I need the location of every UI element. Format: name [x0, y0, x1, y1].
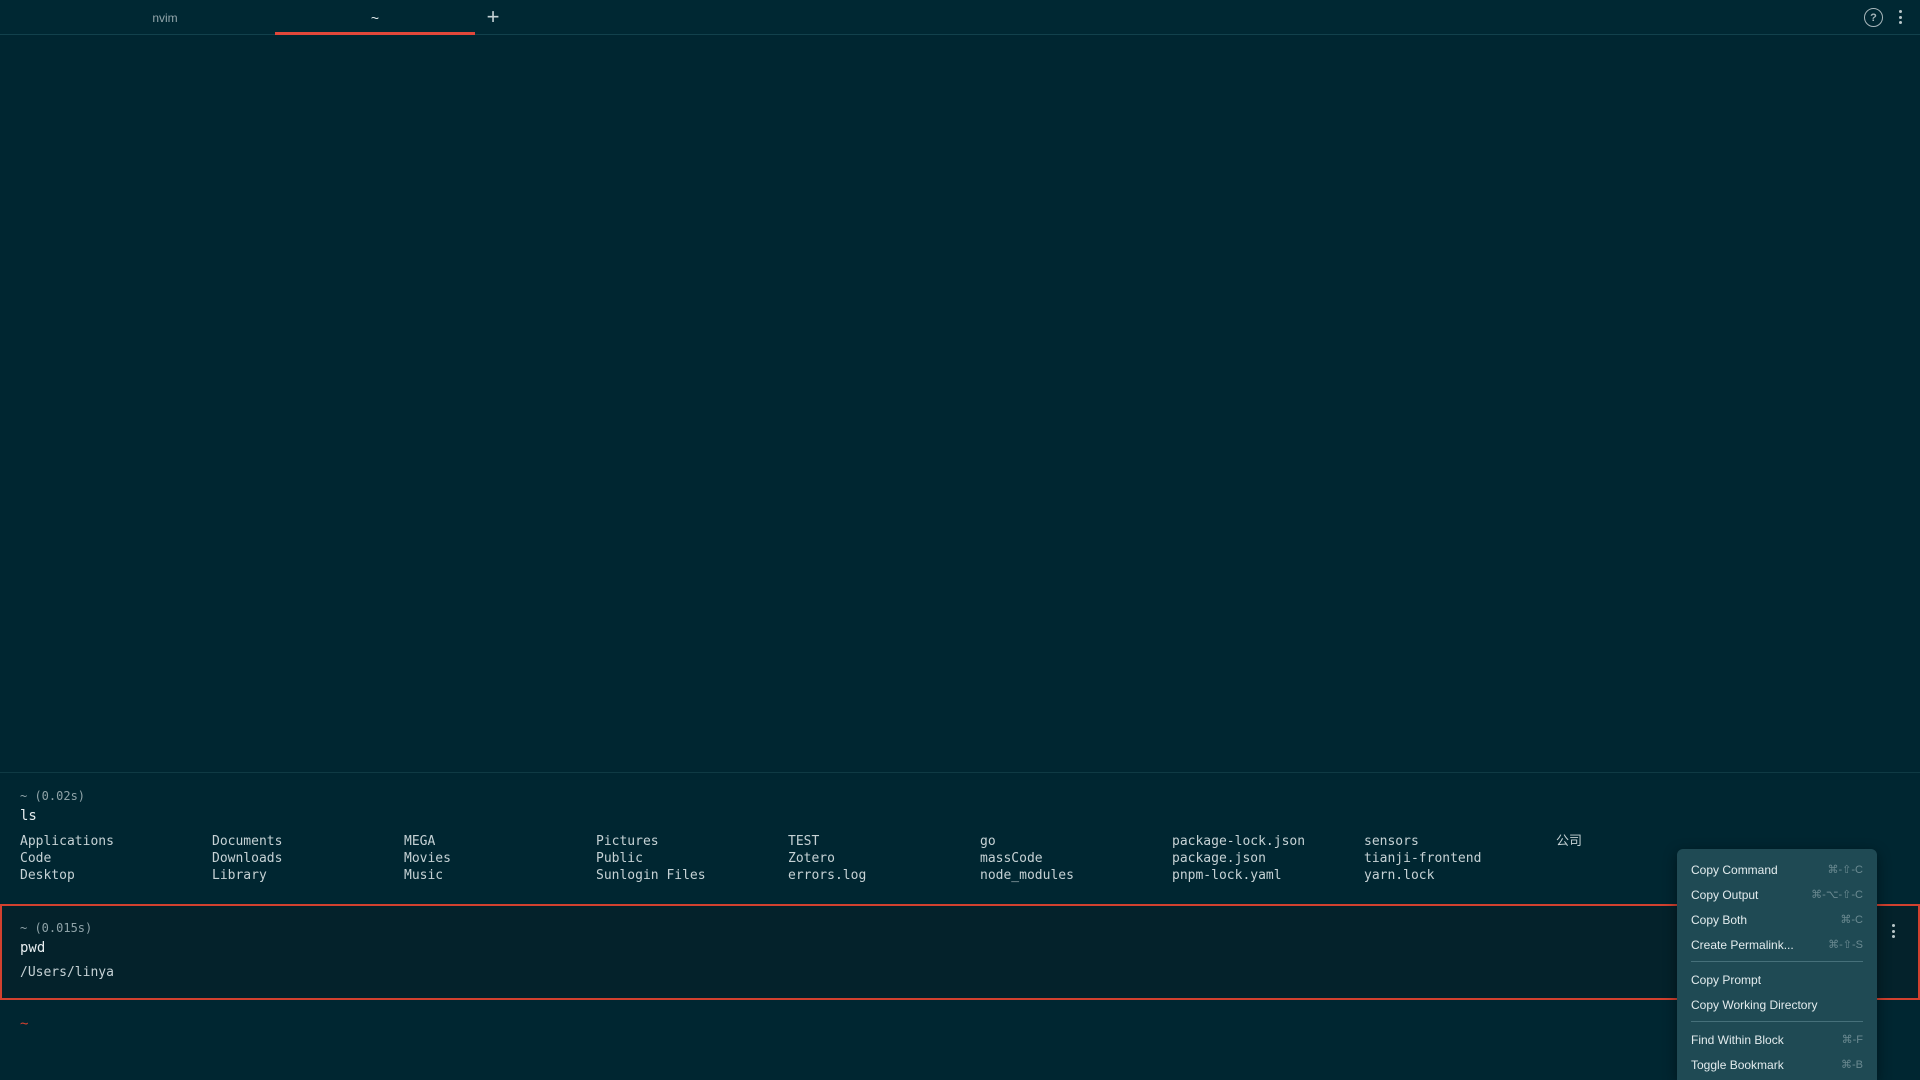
- menu-separator: [1691, 1021, 1863, 1022]
- ls-column: Pictures Public Sunlogin Files: [596, 833, 706, 884]
- block-command: pwd: [20, 940, 46, 956]
- list-item: Sunlogin Files: [596, 868, 706, 883]
- list-item: tianji-frontend: [1364, 851, 1482, 866]
- help-circle-icon[interactable]: ?: [1864, 8, 1883, 27]
- menu-item-label: Copy Output: [1691, 887, 1759, 902]
- selected-block[interactable]: ~ (0.015s) pwd /Users/linya: [0, 904, 1920, 1000]
- ls-column: Applications Code Desktop: [20, 833, 114, 884]
- kebab-icon[interactable]: [1894, 7, 1906, 27]
- menu-item-shortcut: ⌘-B: [1841, 1059, 1863, 1071]
- list-item: package.json: [1172, 851, 1266, 866]
- menu-item-toggle-bookmark[interactable]: Toggle Bookmark ⌘-B: [1677, 1052, 1877, 1077]
- menu-item-shortcut: ⌘-⌥-⇧-C: [1811, 889, 1863, 901]
- block-header: ~ (0.015s): [20, 921, 93, 935]
- plus-icon[interactable]: +: [482, 4, 504, 30]
- menu-item-copy-prompt[interactable]: Copy Prompt: [1677, 967, 1877, 992]
- list-item: node_modules: [980, 868, 1074, 883]
- list-item: 公司: [1556, 834, 1583, 849]
- ls-column: package-lock.json package.json pnpm-lock…: [1172, 833, 1305, 884]
- block-context-menu: Copy Command ⌘-⇧-C Copy Output ⌘-⌥-⇧-C C…: [1677, 849, 1877, 1080]
- block-command: ls: [20, 808, 37, 824]
- block-output: /Users/linya: [20, 965, 114, 980]
- list-item: package-lock.json: [1172, 834, 1306, 849]
- ls-column: MEGA Movies Music: [404, 833, 451, 884]
- menu-item-label: Copy Both: [1691, 912, 1748, 927]
- menu-item-label: Create Permalink...: [1691, 937, 1794, 952]
- ls-column: Documents Downloads Library: [212, 833, 282, 884]
- list-item: Desktop: [20, 868, 75, 883]
- list-item: Movies: [404, 851, 451, 866]
- menu-item-shortcut: ⌘-⇧-C: [1827, 864, 1864, 876]
- list-item: Zotero: [788, 851, 835, 866]
- ls-column: go massCode node_modules: [980, 833, 1074, 884]
- tab-label: nvim: [152, 10, 178, 25]
- menu-item-copy-both[interactable]: Copy Both ⌘-C: [1677, 907, 1877, 932]
- block-menu-kebab-icon[interactable]: [1888, 922, 1898, 940]
- tab-bar: nvim ~ + ?: [0, 0, 1920, 35]
- list-item: Public: [596, 851, 643, 866]
- tab-label: ~: [370, 9, 380, 26]
- list-item: Library: [212, 868, 267, 883]
- menu-item-label: Toggle Bookmark: [1691, 1057, 1784, 1072]
- prompt-symbol[interactable]: ~: [20, 1016, 28, 1032]
- list-item: massCode: [980, 851, 1043, 866]
- menu-item-copy-command[interactable]: Copy Command ⌘-⇧-C: [1677, 857, 1877, 882]
- list-item: go: [980, 834, 996, 849]
- list-item: Code: [20, 851, 52, 866]
- menu-item-create-permalink[interactable]: Create Permalink... ⌘-⇧-S: [1677, 932, 1877, 957]
- list-item: yarn.lock: [1364, 868, 1435, 883]
- ls-column: sensors tianji-frontend yarn.lock: [1364, 833, 1481, 884]
- block-divider: [0, 772, 1920, 773]
- tab-home[interactable]: ~: [275, 0, 475, 35]
- menu-item-find-within-block[interactable]: Find Within Block ⌘-F: [1677, 1027, 1877, 1052]
- menu-item-shortcut: ⌘-⇧-S: [1828, 939, 1863, 951]
- tab-nvim[interactable]: nvim: [75, 0, 255, 35]
- list-item: TEST: [788, 834, 820, 849]
- menu-item-label: Find Within Block: [1691, 1032, 1784, 1047]
- menu-item-label: Copy Working Directory: [1691, 997, 1818, 1012]
- menu-item-copy-output[interactable]: Copy Output ⌘-⌥-⇧-C: [1677, 882, 1877, 907]
- list-item: Documents: [212, 834, 283, 849]
- menu-item-label: Copy Prompt: [1691, 972, 1762, 987]
- list-item: sensors: [1364, 834, 1419, 849]
- ls-output: Applications Code Desktop Documents Down…: [20, 833, 1620, 887]
- ls-column: TEST Zotero errors.log: [788, 833, 866, 884]
- ls-column: 公司: [1556, 833, 1582, 850]
- block-header: ~ (0.02s): [20, 789, 86, 803]
- menu-separator: [1691, 961, 1863, 962]
- menu-item-copy-working-directory[interactable]: Copy Working Directory: [1677, 992, 1877, 1017]
- menu-item-label: Copy Command: [1691, 862, 1778, 877]
- list-item: Pictures: [596, 834, 659, 849]
- menu-item-shortcut: ⌘-C: [1840, 914, 1863, 926]
- menu-item-shortcut: ⌘-F: [1841, 1034, 1863, 1046]
- list-item: Applications: [20, 834, 114, 849]
- list-item: errors.log: [788, 868, 867, 883]
- list-item: Music: [404, 868, 444, 883]
- list-item: pnpm-lock.yaml: [1172, 868, 1282, 883]
- list-item: Downloads: [212, 851, 283, 866]
- list-item: MEGA: [404, 834, 436, 849]
